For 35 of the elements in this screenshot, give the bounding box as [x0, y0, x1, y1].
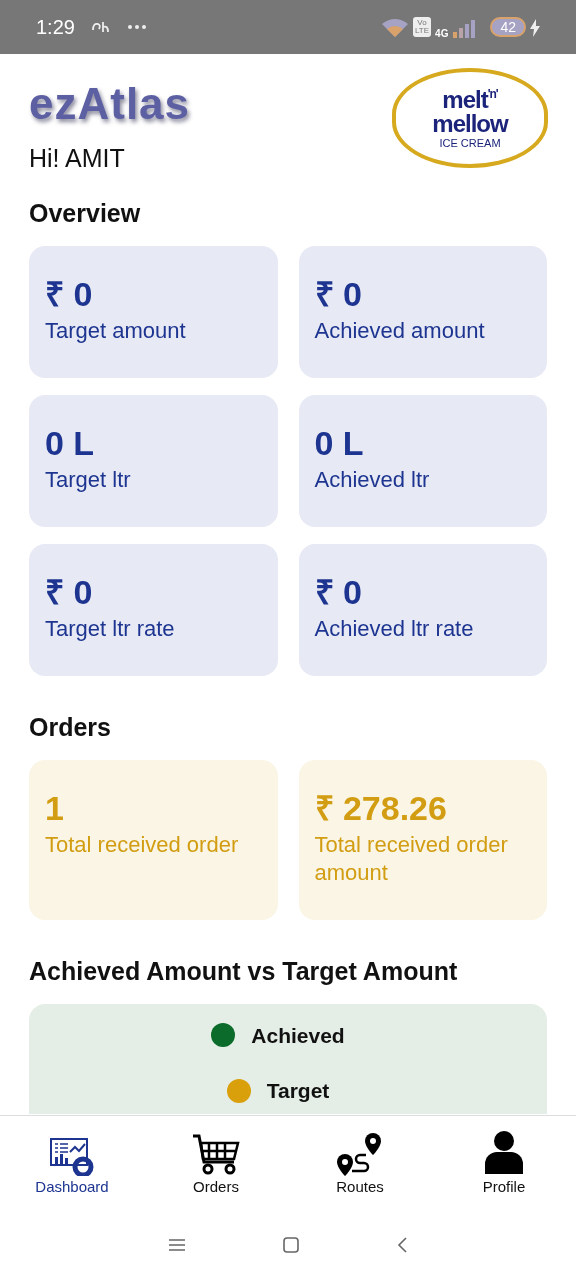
nav-tab[interactable]: Orders — [144, 1116, 288, 1210]
section-title: Achieved Amount vs Target Amount — [29, 955, 459, 986]
card-value: ₹ 278.26 — [314, 789, 448, 827]
card-label: Total received order amount — [314, 830, 509, 888]
section-title: Orders — [29, 711, 112, 742]
card-label: Target amount — [45, 316, 187, 345]
network-type: 4G — [435, 26, 449, 41]
card-value: 0 L — [314, 424, 365, 462]
app-logo-text: ezAtlas — [29, 82, 191, 126]
card-label: Achieved ltr rate — [314, 614, 475, 643]
card-value: ₹ 0 — [314, 275, 363, 313]
nav-tab[interactable]: Routes — [288, 1116, 432, 1210]
nav-tab[interactable]: Dashboard — [0, 1116, 144, 1210]
section-title: Overview — [29, 197, 142, 228]
battery-level: 42 — [490, 16, 526, 38]
greeting: Hi! AMIT — [29, 143, 126, 174]
status-time: 1:29 — [36, 15, 75, 40]
legend-label: Achieved — [251, 1022, 345, 1049]
card-value: ₹ 0 — [45, 573, 94, 611]
volte-badge: Vo LTE — [413, 17, 432, 37]
card-value: 0 L — [45, 424, 96, 462]
card-value: ₹ 0 — [314, 573, 363, 611]
card-label: Total received order — [45, 830, 240, 859]
card-label: Achieved amount — [314, 316, 486, 345]
more-icon — [126, 24, 147, 30]
card-label: Target ltr — [45, 465, 132, 494]
card-label: Target ltr rate — [45, 614, 176, 643]
home-icon[interactable] — [282, 1236, 300, 1254]
legend-label: Target — [266, 1078, 330, 1104]
card-value: 1 — [45, 789, 65, 827]
card-label: Achieved ltr — [314, 465, 431, 494]
card-value: ₹ 0 — [45, 275, 94, 313]
menu-icon[interactable] — [168, 1238, 186, 1252]
back-icon[interactable] — [396, 1236, 408, 1254]
nav-tab[interactable]: Profile — [432, 1116, 576, 1210]
